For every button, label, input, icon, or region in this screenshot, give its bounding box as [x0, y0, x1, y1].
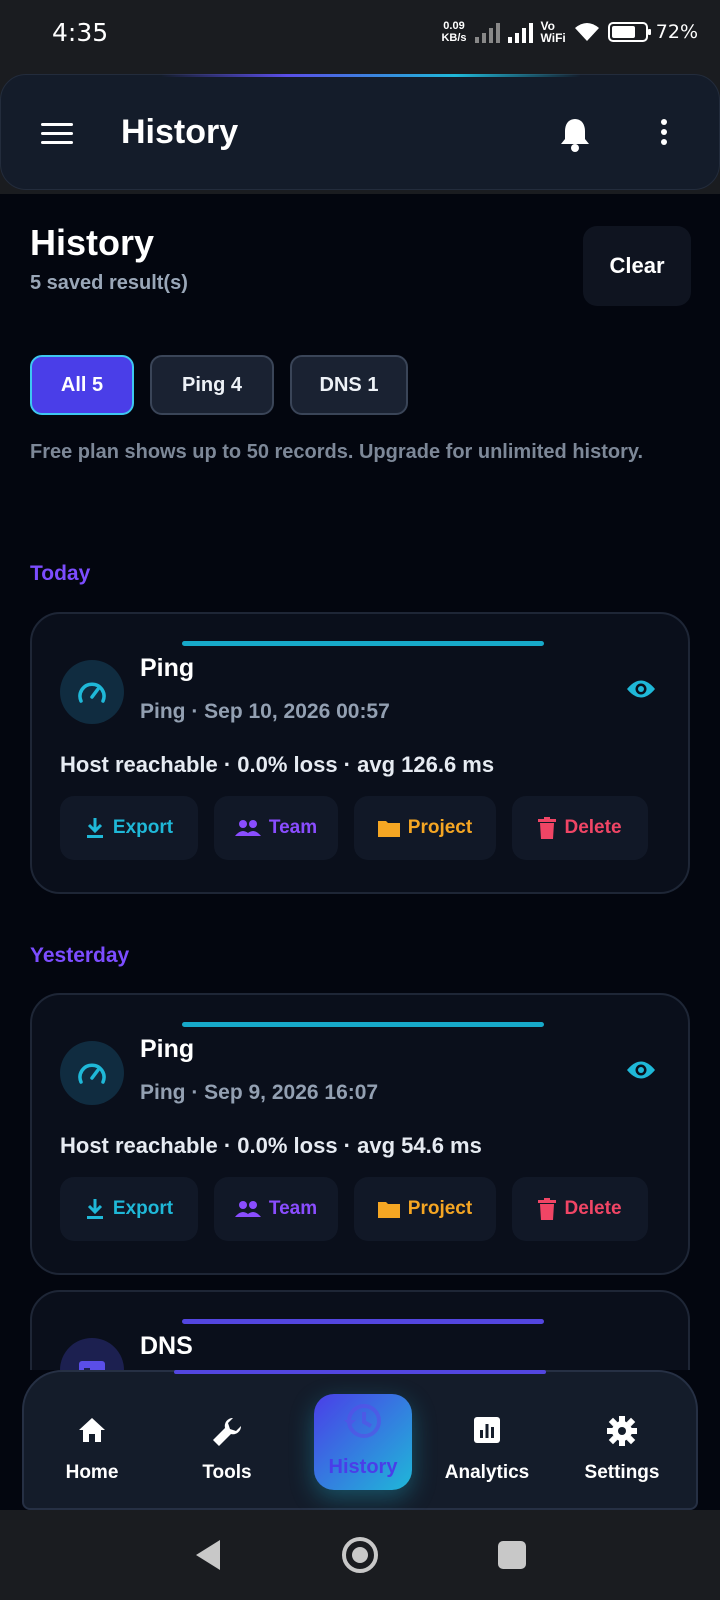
nav-settings[interactable]: Settings [567, 1372, 677, 1484]
nav-history-label: History [328, 1456, 398, 1478]
status-bar: 4:35 0.09 KB/s Vo WiFi 72% [0, 0, 720, 70]
delete-label: Delete [564, 817, 622, 838]
nav-analytics[interactable]: Analytics [432, 1372, 542, 1484]
export-label: Export [112, 817, 174, 838]
vowifi-bottom: WiFi [540, 31, 566, 45]
nav-home-label: Home [65, 1462, 119, 1483]
team-button[interactable]: Team [214, 796, 338, 860]
team-icon [234, 820, 261, 836]
net-speed-unit: KB/s [441, 32, 467, 44]
app-bar: History [0, 74, 720, 190]
menu-icon[interactable] [41, 123, 73, 150]
battery-percent: 72% [655, 21, 698, 43]
nav-history[interactable]: History [314, 1394, 412, 1490]
more-vert-icon[interactable] [661, 119, 669, 149]
download-icon [86, 818, 103, 838]
gear-icon [607, 1416, 637, 1446]
status-time: 4:35 [52, 18, 109, 47]
folder-icon [377, 821, 400, 837]
analytics-icon [474, 1417, 500, 1443]
card-title: DNS [140, 1332, 193, 1360]
speedometer-icon [60, 1041, 124, 1105]
project-label: Project [407, 1198, 473, 1219]
home-circle-icon[interactable] [342, 1537, 378, 1573]
speedometer-icon [60, 660, 124, 724]
app-bar-wrap: History [0, 70, 720, 194]
app-bar-title: History [121, 113, 239, 151]
trash-icon [538, 1198, 557, 1220]
project-button[interactable]: Project [354, 796, 496, 860]
nav-tools-label: Tools [202, 1462, 252, 1483]
status-icons: 0.09 KB/s Vo WiFi 72% [441, 20, 698, 44]
nav-settings-label: Settings [584, 1462, 660, 1483]
signal-1-icon [474, 21, 500, 43]
card-actions: Export Team Project Delete [60, 796, 648, 860]
home-icon [79, 1418, 105, 1442]
app-bar-glow [161, 74, 581, 77]
recents-icon[interactable] [498, 1541, 526, 1569]
clear-button[interactable]: Clear [583, 226, 691, 306]
export-button[interactable]: Export [60, 796, 198, 860]
folder-icon [377, 1202, 400, 1218]
filter-ping-chip[interactable]: Ping 4 [150, 355, 274, 415]
card-title: Ping [140, 1035, 195, 1063]
signal-2-icon [507, 21, 533, 43]
delete-button[interactable]: Delete [512, 796, 648, 860]
history-card[interactable]: Ping Ping · Sep 9, 2026 16:07 Host reach… [30, 993, 690, 1275]
bottom-nav: Home Tools History Analytics Settings [22, 1370, 698, 1510]
team-button[interactable]: Team [214, 1177, 338, 1241]
vowifi-label: Vo WiFi [541, 20, 566, 44]
back-icon[interactable] [196, 1540, 220, 1570]
card-meta: Ping · Sep 10, 2026 00:57 [140, 700, 390, 723]
bottom-nav-wrap: Home Tools History Analytics Settings [0, 1370, 720, 1510]
bell-icon[interactable] [559, 117, 591, 153]
history-icon [344, 1404, 381, 1438]
team-icon [234, 1201, 261, 1217]
filter-all-chip[interactable]: All 5 [30, 355, 134, 415]
card-accent [182, 1022, 544, 1027]
delete-label: Delete [564, 1198, 622, 1219]
team-label: Team [268, 1198, 318, 1219]
trash-icon [538, 817, 557, 839]
card-accent [182, 641, 544, 646]
export-label: Export [112, 1198, 174, 1219]
net-speed: 0.09 KB/s [441, 20, 466, 44]
page-title: History [30, 222, 155, 263]
card-summary: Host reachable · 0.0% loss · avg 126.6 m… [60, 752, 495, 777]
plan-note: Free plan shows up to 50 records. Upgrad… [30, 441, 644, 463]
filter-dns-chip[interactable]: DNS 1 [290, 355, 408, 415]
card-meta: Ping · Sep 9, 2026 16:07 [140, 1081, 379, 1104]
card-accent [182, 1319, 544, 1324]
card-actions: Export Team Project Delete [60, 1177, 648, 1241]
export-button[interactable]: Export [60, 1177, 198, 1241]
wrench-icon [213, 1417, 242, 1446]
history-card[interactable]: Ping Ping · Sep 10, 2026 00:57 Host reac… [30, 612, 690, 894]
card-title: Ping [140, 654, 195, 682]
team-label: Team [268, 817, 318, 838]
section-yesterday: Yesterday [30, 944, 130, 967]
nav-tools[interactable]: Tools [172, 1372, 282, 1484]
project-button[interactable]: Project [354, 1177, 496, 1241]
project-label: Project [407, 817, 473, 838]
saved-count: 5 saved result(s) [30, 272, 188, 294]
filter-chips: All 5 Ping 4 DNS 1 [30, 355, 408, 415]
nav-home[interactable]: Home [37, 1372, 147, 1484]
wifi-icon [574, 23, 599, 41]
delete-button[interactable]: Delete [512, 1177, 648, 1241]
eye-icon[interactable] [626, 678, 656, 700]
card-summary: Host reachable · 0.0% loss · avg 54.6 ms [60, 1133, 482, 1158]
nav-analytics-label: Analytics [444, 1462, 530, 1483]
battery-icon [607, 22, 651, 42]
eye-icon[interactable] [626, 1059, 656, 1081]
download-icon [86, 1199, 103, 1219]
section-today: Today [30, 562, 91, 585]
net-speed-value: 0.09 [443, 20, 465, 32]
system-nav-bar [0, 1510, 720, 1600]
